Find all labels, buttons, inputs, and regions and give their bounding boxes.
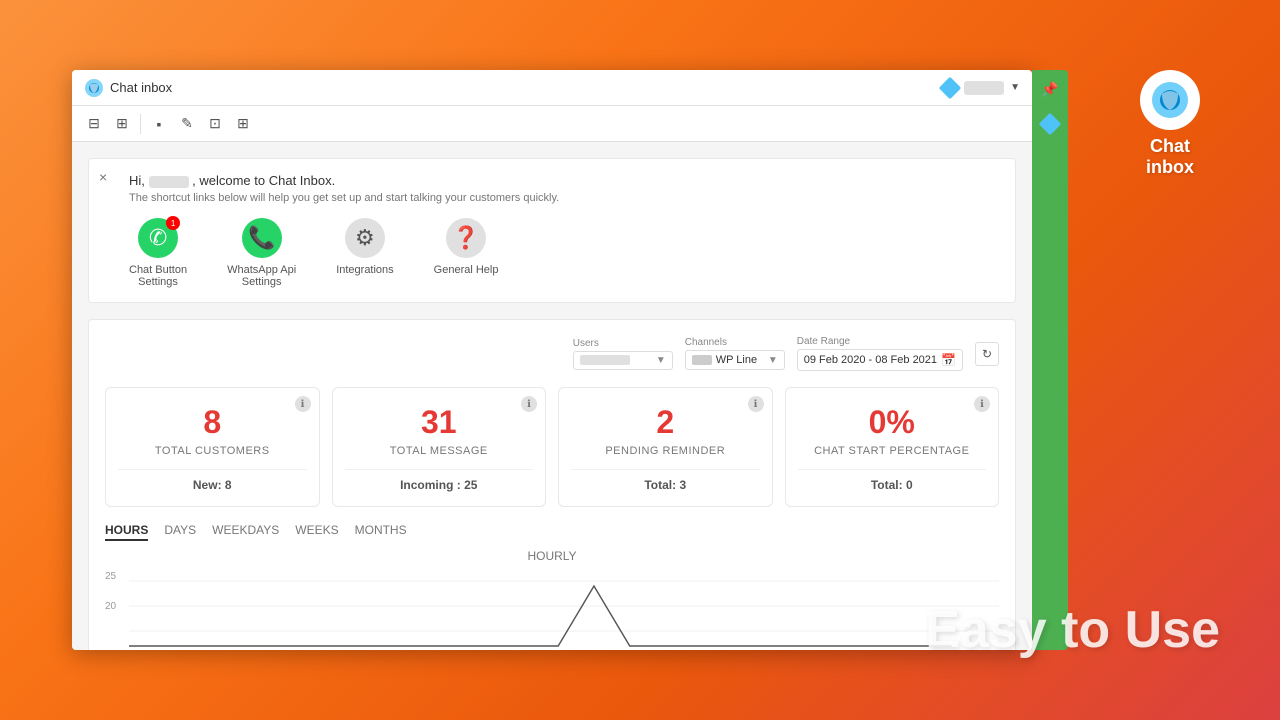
sidebar-diamond <box>1039 113 1062 136</box>
quick-link-chat-button[interactable]: ✆ 1 Chat ButtonSettings <box>129 218 187 288</box>
channel-icon-placeholder <box>692 355 712 365</box>
help-icon: ❓ <box>446 218 486 258</box>
stats-section: Users ▼ Channels WP Line ▼ Date Range <box>88 319 1016 650</box>
stat-info-1[interactable]: ℹ <box>295 396 311 412</box>
stat-divider-4 <box>798 469 987 470</box>
welcome-title: Hi, , welcome to Chat Inbox. <box>129 173 999 188</box>
main-window: Chat inbox ▼ ⊟ ⊞ ▪ ✎ ⊡ ⊞ × Hi, , welcome… <box>72 70 1032 650</box>
channels-chevron: ▼ <box>768 355 778 366</box>
reminder-value: 2 <box>571 404 760 441</box>
quick-link-whatsapp-api[interactable]: 📞 WhatsApp ApiSettings <box>227 218 296 288</box>
reminder-sub: Total: 3 <box>571 478 760 492</box>
reminder-label: PENDING REMINDER <box>571 445 760 457</box>
dropdown-arrow[interactable]: ▼ <box>1010 82 1020 93</box>
app-title: Chat inbox <box>110 80 172 95</box>
stat-card-messages: ℹ 31 TOTAL MESSAGE Incoming : 25 <box>332 387 547 507</box>
refresh-button[interactable]: ↻ <box>975 342 999 366</box>
stat-divider-3 <box>571 469 760 470</box>
integrations-icon: ⚙ <box>345 218 385 258</box>
image-icon[interactable]: ⊡ <box>205 114 225 134</box>
window-icon[interactable]: ⊟ <box>84 114 104 134</box>
notification-badge: 1 <box>166 216 180 230</box>
chat-inbox-sidebar: Chatinbox <box>1140 70 1200 178</box>
y-label-20: 20 <box>105 601 116 612</box>
whatsapp-api-icon: 📞 <box>242 218 282 258</box>
quick-link-help[interactable]: ❓ General Help <box>434 218 499 288</box>
app-logo <box>84 78 104 98</box>
integrations-label: Integrations <box>336 264 393 276</box>
calendar-icon: 📅 <box>941 353 956 367</box>
stat-card-customers: ℹ 8 TOTAL CUSTOMERS New: 8 <box>105 387 320 507</box>
channels-select[interactable]: WP Line ▼ <box>685 350 785 370</box>
y-label-25: 25 <box>105 571 116 582</box>
stat-divider-2 <box>345 469 534 470</box>
chat-button-settings-label: Chat ButtonSettings <box>129 264 187 288</box>
right-sidebar: 📌 <box>1032 70 1068 650</box>
channels-filter-label: Channels <box>685 337 785 348</box>
users-placeholder <box>580 355 630 365</box>
chart-icon[interactable]: ▪ <box>149 114 169 134</box>
quick-link-integrations[interactable]: ⚙ Integrations <box>336 218 393 288</box>
users-chevron: ▼ <box>656 355 666 366</box>
welcome-banner: × Hi, , welcome to Chat Inbox. The short… <box>88 158 1016 303</box>
close-button[interactable]: × <box>99 169 107 185</box>
grid-icon[interactable]: ⊞ <box>112 114 132 134</box>
content-area: × Hi, , welcome to Chat Inbox. The short… <box>72 142 1032 650</box>
date-range-filter: Date Range 09 Feb 2020 - 08 Feb 2021 📅 <box>797 336 963 371</box>
percentage-label: CHAT START PERCENTAGE <box>798 445 987 457</box>
users-filter: Users ▼ <box>573 338 673 370</box>
stat-card-percentage: ℹ 0% CHAT START PERCENTAGE Total: 0 <box>785 387 1000 507</box>
stat-info-4[interactable]: ℹ <box>974 396 990 412</box>
window-controls: ▼ <box>942 80 1020 96</box>
date-range-label: Date Range <box>797 336 963 347</box>
tab-weekdays[interactable]: WEEKDAYS <box>212 523 279 541</box>
customers-value: 8 <box>118 404 307 441</box>
percentage-value: 0% <box>798 404 987 441</box>
welcome-subtitle: The shortcut links below will help you g… <box>129 192 999 204</box>
welcome-text-area: Hi, , welcome to Chat Inbox. The shortcu… <box>105 173 999 204</box>
tab-weeks[interactable]: WEEKS <box>295 523 338 541</box>
chart-svg <box>105 571 999 650</box>
chat-inbox-text: Chatinbox <box>1146 136 1194 178</box>
toolbar-separator-1 <box>140 114 141 134</box>
chat-inbox-logo <box>1140 70 1200 130</box>
stat-cards: ℹ 8 TOTAL CUSTOMERS New: 8 ℹ 31 TOTAL ME… <box>105 387 999 507</box>
customers-label: TOTAL CUSTOMERS <box>118 445 307 457</box>
titlebar: Chat inbox ▼ <box>72 70 1032 106</box>
tab-hours[interactable]: HOURS <box>105 523 148 541</box>
toolbar: ⊟ ⊞ ▪ ✎ ⊡ ⊞ <box>72 106 1032 142</box>
tab-months[interactable]: MONTHS <box>355 523 407 541</box>
percentage-sub: Total: 0 <box>798 478 987 492</box>
customers-sub: New: 8 <box>118 478 307 492</box>
date-range-value: 09 Feb 2020 - 08 Feb 2021 <box>804 354 937 366</box>
whatsapp-icon: ✆ 1 <box>138 218 178 258</box>
box-icon[interactable]: ⊞ <box>233 114 253 134</box>
messages-sub: Incoming : 25 <box>345 478 534 492</box>
chart-title: HOURLY <box>105 549 999 563</box>
date-range-input[interactable]: 09 Feb 2020 - 08 Feb 2021 📅 <box>797 349 963 371</box>
user-placeholder <box>964 81 1004 95</box>
users-filter-label: Users <box>573 338 673 349</box>
messages-value: 31 <box>345 404 534 441</box>
username-placeholder <box>149 176 189 188</box>
edit-icon[interactable]: ✎ <box>177 114 197 134</box>
filters-row: Users ▼ Channels WP Line ▼ Date Range <box>105 336 999 371</box>
channels-filter: Channels WP Line ▼ <box>685 337 785 370</box>
channels-value: WP Line <box>716 354 757 366</box>
tab-days[interactable]: DAYS <box>164 523 196 541</box>
diamond-icon <box>939 76 962 99</box>
stat-divider-1 <box>118 469 307 470</box>
pin-icon[interactable]: 📌 <box>1039 78 1061 100</box>
whatsapp-api-label: WhatsApp ApiSettings <box>227 264 296 288</box>
users-select[interactable]: ▼ <box>573 351 673 370</box>
stat-info-3[interactable]: ℹ <box>748 396 764 412</box>
general-help-label: General Help <box>434 264 499 276</box>
chart-area: 25 20 <box>105 571 999 650</box>
quick-links: ✆ 1 Chat ButtonSettings 📞 WhatsApp ApiSe… <box>129 218 999 288</box>
stat-card-reminder: ℹ 2 PENDING REMINDER Total: 3 <box>558 387 773 507</box>
messages-label: TOTAL MESSAGE <box>345 445 534 457</box>
stat-info-2[interactable]: ℹ <box>521 396 537 412</box>
chart-tabs: HOURS DAYS WEEKDAYS WEEKS MONTHS <box>105 523 999 541</box>
